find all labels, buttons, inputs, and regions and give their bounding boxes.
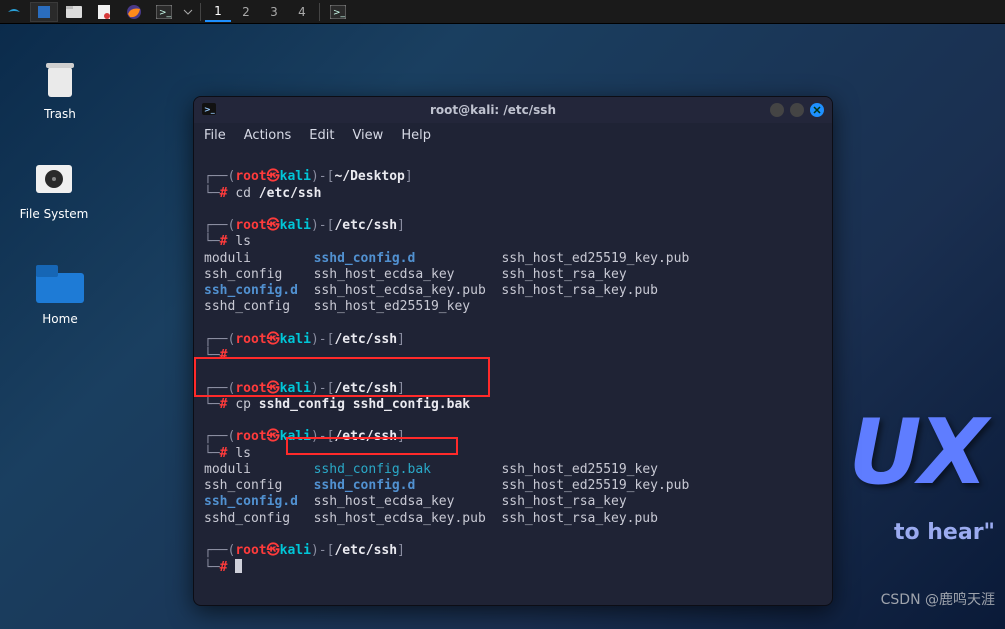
home-icon[interactable]: Home — [20, 260, 100, 326]
ls-entry: ssh_host_ed25519_key.pub — [501, 251, 689, 266]
workspace-4[interactable]: 4 — [289, 2, 315, 22]
taskbar: >_ 1 2 3 4 >_ — [0, 0, 1005, 24]
prompt-user: root — [235, 169, 266, 184]
prompt-path: ~/Desktop — [334, 169, 404, 184]
window-title: root@kali: /etc/ssh — [216, 103, 770, 117]
prompt-path: /etc/ssh — [334, 381, 397, 396]
wallpaper-slogan: to hear" — [894, 520, 995, 545]
watermark: CSDN @鹿鸣天涯 — [881, 589, 995, 609]
kali-menu-icon[interactable] — [0, 2, 28, 22]
ls-entry: ssh_config.d — [204, 283, 298, 298]
workspace-1[interactable]: 1 — [205, 2, 231, 22]
workspace-3[interactable]: 3 — [261, 2, 287, 22]
terminal-body[interactable]: ┌──(root㉿kali)-[~/Desktop] └─# cd /etc/s… — [194, 147, 832, 605]
ls-entry: ssh_host_ecdsa_key — [314, 494, 455, 509]
svg-text:>_: >_ — [204, 105, 215, 114]
taskbar-separator — [200, 3, 201, 21]
ls-entry: ssh_host_ecdsa_key.pub — [314, 283, 486, 298]
maximize-button[interactable] — [790, 103, 804, 117]
ls-entry: ssh_config — [204, 478, 282, 493]
ls-entry: sshd_config — [204, 299, 290, 314]
terminal-window: >_ root@kali: /etc/ssh File Actions Edit… — [193, 96, 833, 606]
wallpaper-brand: UX — [849, 400, 985, 505]
ls-entry-bak: sshd_config.bak — [314, 462, 431, 477]
window-titlebar[interactable]: >_ root@kali: /etc/ssh — [194, 97, 832, 123]
trash-bin-icon — [36, 55, 84, 103]
ls-entry: moduli — [204, 251, 251, 266]
document-icon[interactable] — [90, 2, 118, 22]
svg-text:>_: >_ — [159, 8, 172, 18]
desktop-icon-label: Trash — [20, 107, 100, 121]
ls-entry: ssh_host_ed25519_key — [501, 462, 658, 477]
prompt-user: root — [235, 332, 266, 347]
ls-entry: moduli — [204, 462, 251, 477]
cmd-cp: cp — [235, 397, 251, 412]
disk-icon — [30, 155, 78, 203]
taskbar-app-launcher[interactable] — [30, 2, 58, 22]
ls-entry: ssh_host_ed25519_key — [314, 299, 471, 314]
prompt-user: root — [235, 543, 266, 558]
workspace-2[interactable]: 2 — [233, 2, 259, 22]
menu-edit[interactable]: Edit — [309, 128, 334, 143]
trash-icon[interactable]: Trash — [20, 55, 100, 121]
file-manager-icon[interactable] — [60, 2, 88, 22]
cmd-ls: ls — [235, 446, 251, 461]
prompt-path: /etc/ssh — [334, 429, 397, 444]
ls-entry: sshd_config.d — [314, 478, 416, 493]
cmd-cp-args: sshd_config sshd_config.bak — [259, 397, 470, 412]
menu-file[interactable]: File — [204, 128, 226, 143]
filesystem-icon[interactable]: File System — [14, 155, 94, 221]
ls-entry: sshd_config.d — [314, 251, 416, 266]
prompt-user: root — [235, 381, 266, 396]
minimize-button[interactable] — [770, 103, 784, 117]
running-terminal-task[interactable]: >_ — [324, 2, 352, 22]
prompt-user: root — [235, 429, 266, 444]
ls-entry: ssh_host_rsa_key.pub — [501, 511, 658, 526]
firefox-icon[interactable] — [120, 2, 148, 22]
ls-entry: ssh_host_rsa_key — [501, 267, 626, 282]
prompt-path: /etc/ssh — [334, 218, 397, 233]
ls-entry: ssh_config — [204, 267, 282, 282]
ls-entry: ssh_host_rsa_key.pub — [501, 283, 658, 298]
prompt-host: kali — [280, 332, 311, 347]
desktop-icon-label: File System — [14, 207, 94, 221]
ls-entry: ssh_host_ecdsa_key — [314, 267, 455, 282]
prompt-path: /etc/ssh — [334, 543, 397, 558]
folder-icon — [36, 260, 84, 308]
cmd-ls: ls — [235, 234, 251, 249]
prompt-host: kali — [280, 381, 311, 396]
cmd-cd: cd — [235, 186, 251, 201]
ls-entry: ssh_host_ed25519_key.pub — [501, 478, 689, 493]
close-button[interactable] — [810, 103, 824, 117]
prompt-host: kali — [280, 218, 311, 233]
terminal-launcher-icon[interactable]: >_ — [150, 2, 178, 22]
ls-entry: ssh_host_rsa_key — [501, 494, 626, 509]
terminal-dropdown-icon[interactable] — [180, 2, 196, 22]
prompt-host: kali — [280, 543, 311, 558]
ls-entry: ssh_config.d — [204, 494, 298, 509]
menu-actions[interactable]: Actions — [244, 128, 292, 143]
cmd-cd-arg: /etc/ssh — [259, 186, 322, 201]
cursor — [235, 559, 242, 573]
menu-help[interactable]: Help — [401, 128, 431, 143]
prompt-user: root — [235, 218, 266, 233]
ls-entry: sshd_config — [204, 511, 290, 526]
svg-text:>_: >_ — [333, 8, 346, 18]
taskbar-separator — [319, 3, 320, 21]
terminal-menubar: File Actions Edit View Help — [194, 123, 832, 147]
desktop-icon-label: Home — [20, 312, 100, 326]
prompt-path: /etc/ssh — [334, 332, 397, 347]
menu-view[interactable]: View — [352, 128, 383, 143]
terminal-app-icon: >_ — [202, 103, 216, 118]
ls-entry: ssh_host_ecdsa_key.pub — [314, 511, 486, 526]
prompt-host: kali — [280, 429, 311, 444]
prompt-host: kali — [280, 169, 311, 184]
